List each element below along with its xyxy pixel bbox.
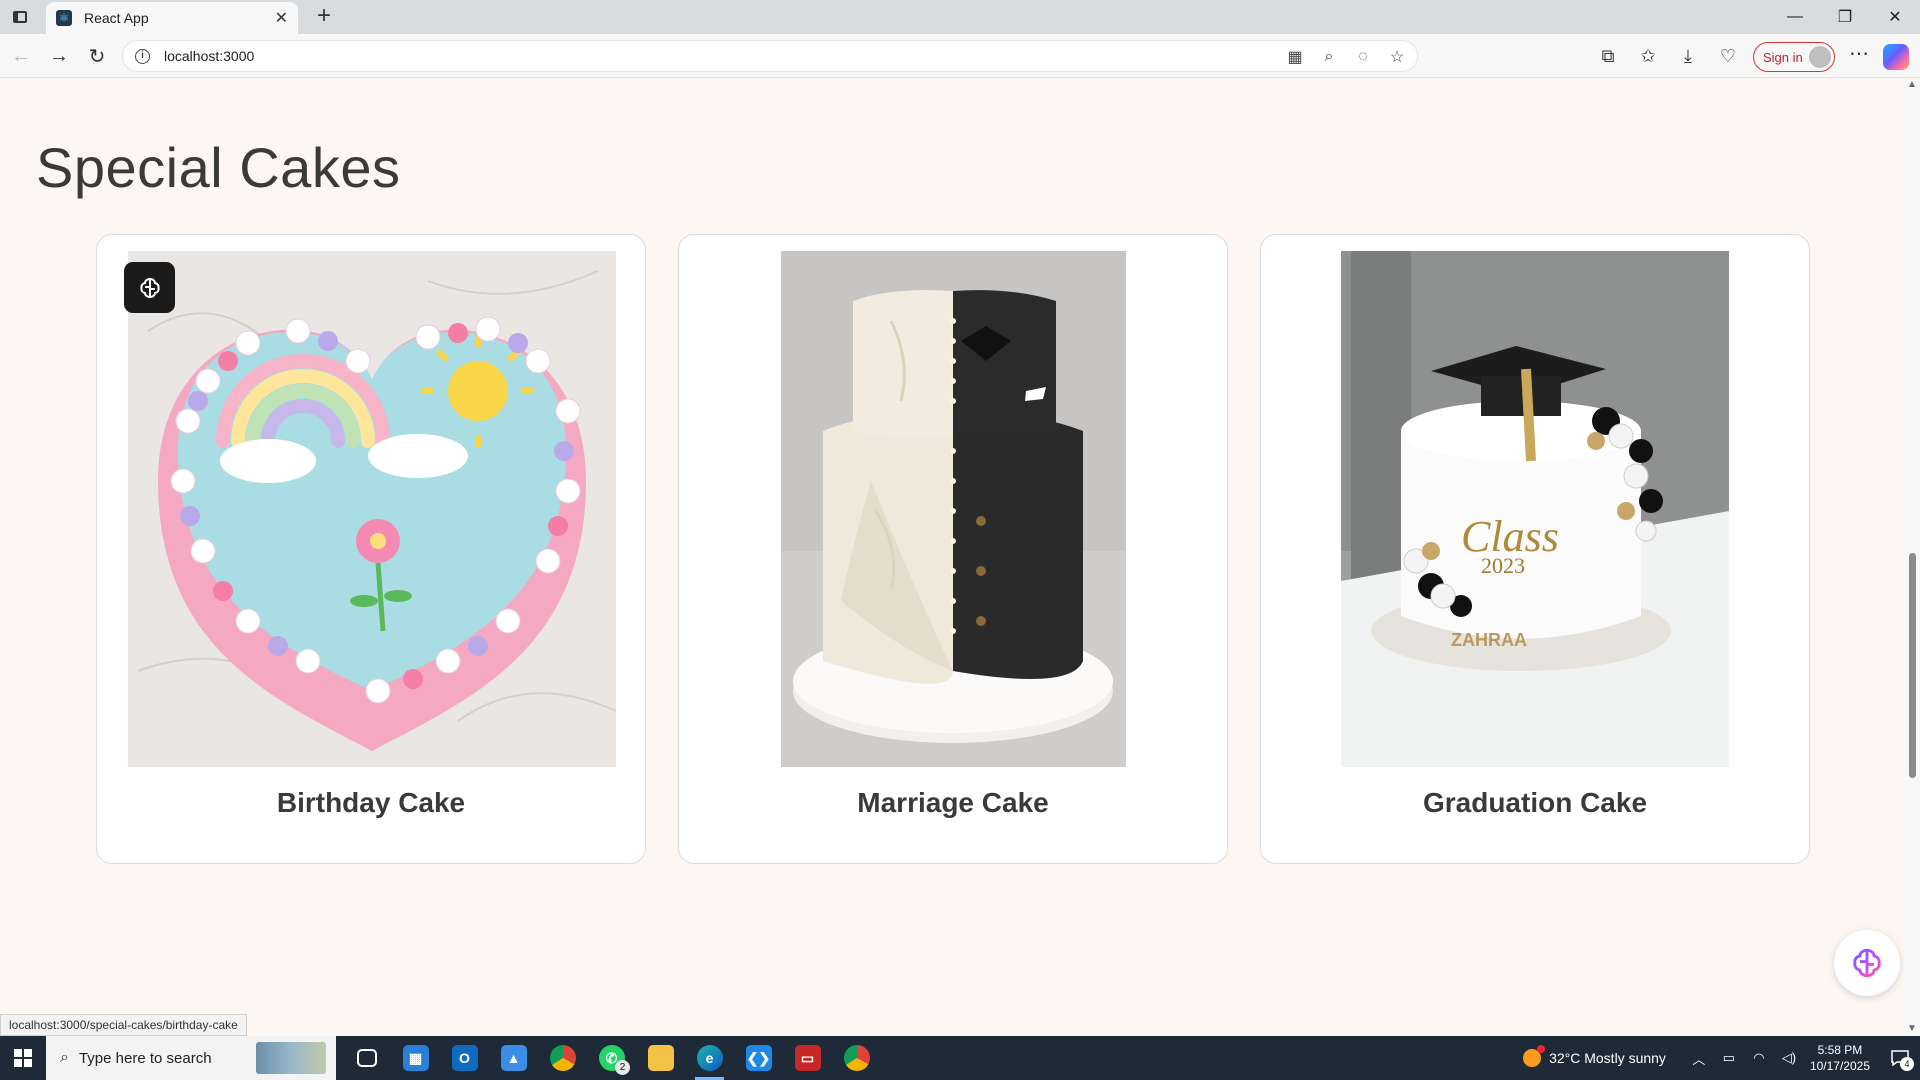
store-icon: ▦ xyxy=(402,1045,429,1071)
favorites-icon[interactable]: ✩ xyxy=(1634,42,1662,70)
search-placeholder: Type here to search xyxy=(78,1049,212,1067)
scroll-up-icon[interactable]: ▲ xyxy=(1907,79,1917,90)
profile-avatar-icon xyxy=(1809,46,1831,68)
taskbar-vscode[interactable]: ❮❯ xyxy=(734,1036,783,1080)
chevron-up-icon[interactable]: ︿ xyxy=(1684,1049,1714,1068)
url-text[interactable]: localhost:3000 xyxy=(164,48,254,64)
birthday-cake-image[interactable] xyxy=(128,251,616,767)
close-window-button[interactable]: ✕ xyxy=(1870,0,1920,34)
terminal-icon: ▭ xyxy=(794,1045,821,1071)
clock-time: 5:58 PM xyxy=(1817,1043,1863,1057)
sign-in-button[interactable]: Sign in xyxy=(1753,42,1835,72)
more-options-icon[interactable]: ⋯ xyxy=(1845,42,1873,70)
weather-text: 32°C Mostly sunny xyxy=(1549,1050,1666,1066)
cake-name-text: ZAHRAA xyxy=(1451,630,1527,650)
page-scrollbar[interactable]: ▲ ▼ xyxy=(1904,79,1920,1034)
zoom-icon[interactable]: ⌕ xyxy=(1319,47,1339,67)
window-controls: — ❐ ✕ xyxy=(1770,0,1920,34)
close-tab-icon[interactable]: ✕ xyxy=(275,8,288,28)
card-title-marriage[interactable]: Marriage Cake xyxy=(679,787,1227,819)
taskbar-chrome[interactable] xyxy=(538,1036,587,1080)
taskbar-outlook[interactable]: O xyxy=(440,1036,489,1080)
card-title-graduation[interactable]: Graduation Cake xyxy=(1261,787,1809,819)
weather-widget[interactable]: 32°C Mostly sunny xyxy=(1523,1045,1666,1067)
marriage-cake-image[interactable] xyxy=(781,251,1126,767)
sun-icon xyxy=(1523,1045,1546,1067)
windows-taskbar: ⌕ Type here to search ▦ O ▲ ✆ 2 e ❮❯ ▭ 32… xyxy=(0,1036,1920,1080)
page-content: Special Cakes Birthday Cake Marriage Cak… xyxy=(0,79,1904,1034)
card-title-birthday[interactable]: Birthday Cake xyxy=(97,787,645,819)
edge-icon: e xyxy=(696,1045,723,1071)
address-bar[interactable]: i localhost:3000 ▦ ⌕ ◌ ☆ xyxy=(122,40,1418,72)
scroll-down-icon[interactable]: ▼ xyxy=(1907,1023,1917,1034)
minimize-button[interactable]: — xyxy=(1770,0,1820,34)
taskbar-file-explorer[interactable] xyxy=(636,1036,685,1080)
system-tray: 32°C Mostly sunny ︿ ▭ ◠ ◁) 5:58 PM 10/17… xyxy=(1523,1036,1920,1080)
browser-tab[interactable]: ⚛ React App ✕ xyxy=(46,2,298,34)
status-bar-url: localhost:3000/special-cakes/birthday-ca… xyxy=(0,1014,247,1036)
notification-button[interactable]: 4 xyxy=(1880,1036,1920,1080)
browser-essentials-icon[interactable]: ♡ xyxy=(1714,42,1742,70)
search-highlight-image xyxy=(256,1042,326,1074)
extensions-icon[interactable]: ⧉ xyxy=(1594,42,1622,70)
taskbar-chrome-profile[interactable] xyxy=(832,1036,881,1080)
react-favicon-icon: ⚛ xyxy=(56,10,72,26)
copilot-icon[interactable] xyxy=(1883,44,1909,70)
graduation-cake-image[interactable]: Class 2023 ZAHRAA xyxy=(1341,251,1729,767)
browser-tabstrip: ⚛ React App ✕ + — ❐ ✕ xyxy=(0,0,1920,34)
cake-year-text: 2023 xyxy=(1481,553,1525,578)
reader-icon[interactable]: ◌ xyxy=(1353,47,1373,67)
taskbar-search[interactable]: ⌕ Type here to search xyxy=(46,1036,336,1080)
forward-button[interactable]: → xyxy=(44,42,74,70)
windows-logo-icon xyxy=(14,1049,32,1067)
clock-date: 10/17/2025 xyxy=(1809,1059,1870,1073)
start-button[interactable] xyxy=(0,1036,46,1080)
task-view-icon xyxy=(356,1049,377,1067)
outlook-icon: O xyxy=(451,1045,478,1071)
clock[interactable]: 5:58 PM 10/17/2025 xyxy=(1810,1042,1870,1074)
cake-card-graduation[interactable]: Class 2023 ZAHRAA Graduation Cake xyxy=(1260,234,1810,864)
notification-count: 4 xyxy=(1900,1057,1914,1071)
brain-icon xyxy=(139,277,160,298)
battery-icon[interactable]: ▭ xyxy=(1714,1050,1744,1066)
chrome-profile-icon xyxy=(843,1045,870,1071)
whatsapp-badge: 2 xyxy=(615,1060,630,1075)
tab-title: React App xyxy=(84,10,149,26)
taskbar-terminal-app[interactable]: ▭ xyxy=(783,1036,832,1080)
scrollbar-thumb[interactable] xyxy=(1909,553,1916,778)
brain-icon xyxy=(1853,948,1881,978)
favorite-star-icon[interactable]: ☆ xyxy=(1387,47,1407,67)
page-title: Special Cakes xyxy=(36,136,401,199)
wifi-icon[interactable]: ◠ xyxy=(1744,1050,1774,1066)
cake-card-birthday[interactable]: Birthday Cake xyxy=(96,234,646,864)
folder-icon xyxy=(647,1045,674,1071)
back-button[interactable]: ← xyxy=(6,42,36,70)
downloads-icon[interactable]: ⤓ xyxy=(1674,42,1702,70)
site-info-icon[interactable]: i xyxy=(135,48,150,64)
new-tab-button[interactable]: + xyxy=(310,2,338,32)
floating-assistant-button[interactable] xyxy=(1834,930,1900,996)
sign-in-label: Sign in xyxy=(1763,49,1803,65)
taskbar-whatsapp[interactable]: ✆ 2 xyxy=(587,1036,636,1080)
search-icon: ⌕ xyxy=(60,1049,69,1066)
browser-toolbar: ← → ↻ i localhost:3000 ▦ ⌕ ◌ ☆ ⧉ ✩ ⤓ ♡ S… xyxy=(0,34,1920,78)
taskbar-edge[interactable]: e xyxy=(685,1036,734,1080)
sidebar-toggle-icon[interactable] xyxy=(8,6,32,28)
ai-brain-button[interactable] xyxy=(124,262,175,313)
cake-card-marriage[interactable]: Marriage Cake xyxy=(678,234,1228,864)
volume-icon[interactable]: ◁) xyxy=(1774,1050,1804,1066)
taskbar-store[interactable]: ▦ xyxy=(391,1036,440,1080)
photos-icon: ▲ xyxy=(500,1045,527,1071)
restore-button[interactable]: ❐ xyxy=(1820,0,1870,34)
chrome-icon xyxy=(549,1045,576,1071)
task-view-button[interactable] xyxy=(342,1036,391,1080)
vscode-icon: ❮❯ xyxy=(745,1045,772,1071)
app-available-icon[interactable]: ▦ xyxy=(1285,47,1305,67)
refresh-button[interactable]: ↻ xyxy=(82,42,112,70)
taskbar-photos[interactable]: ▲ xyxy=(489,1036,538,1080)
